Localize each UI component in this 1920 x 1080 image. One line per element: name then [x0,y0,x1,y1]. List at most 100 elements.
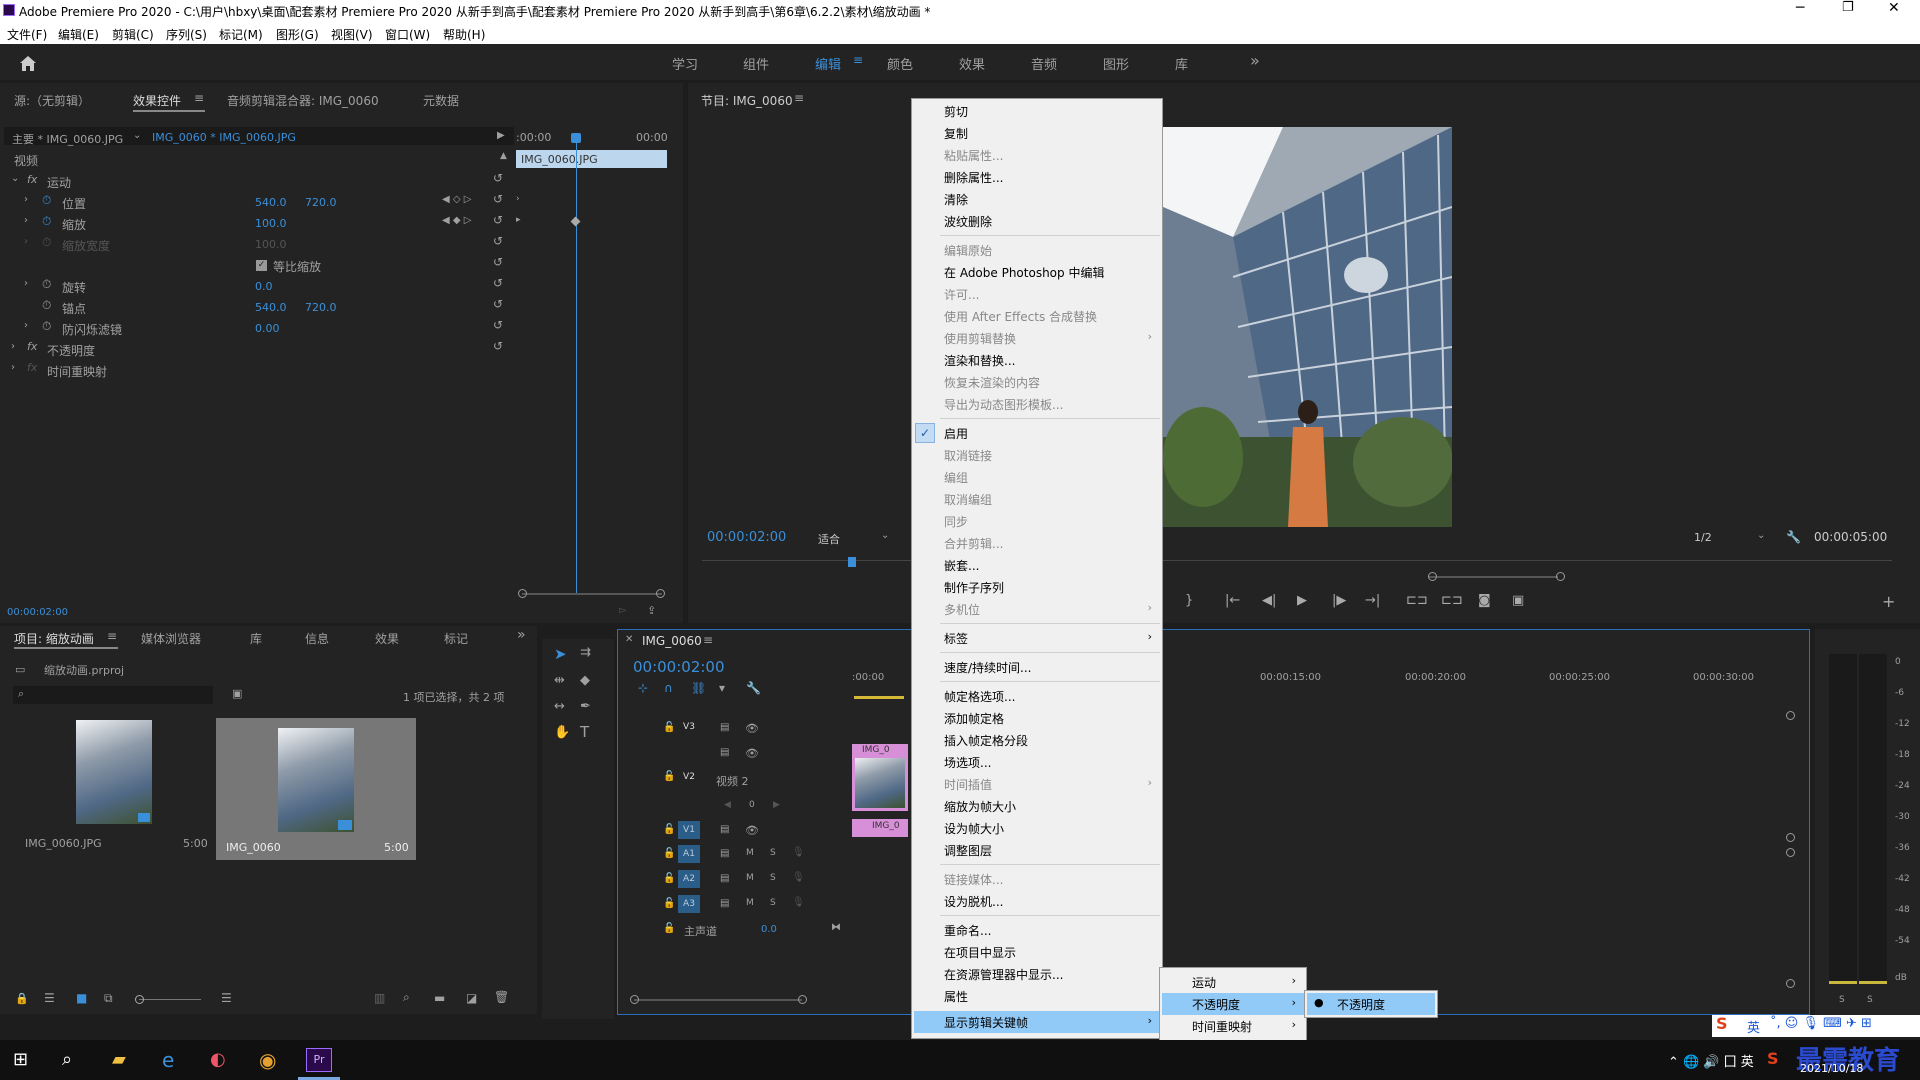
menu-item-insert-frame-hold[interactable]: 插入帧定格分段 [944,732,1028,749]
menu-help[interactable]: 帮助(H) [443,26,485,43]
chevron-down-icon[interactable]: ⌄ [1757,530,1765,541]
kf-next-icon[interactable]: ▶ [773,800,780,810]
tab-project[interactable]: 项目: 缩放动画 [14,630,94,647]
eye-icon[interactable]: 👁 [745,722,759,735]
workspace-effects[interactable]: 效果 [959,54,985,73]
go-to-in-icon[interactable]: |← [1225,593,1240,608]
solo-button[interactable]: S [770,898,776,908]
track-scroll-knob[interactable] [1786,833,1795,842]
new-bin-icon[interactable]: ▬ [434,991,445,1005]
home-icon[interactable] [18,54,38,72]
zoom-slider[interactable] [139,999,201,1000]
tab-libraries[interactable]: 库 [250,630,262,647]
solo-button[interactable]: S [770,873,776,883]
lock-icon[interactable]: 🔓 [663,824,675,835]
menu-item-scale-to-frame[interactable]: 缩放为帧大小 [944,798,1016,815]
mute-button[interactable]: M [746,873,754,883]
lock-icon[interactable]: 🔓 [663,898,675,909]
scale-value[interactable]: 100.0 [255,217,287,230]
project-item[interactable]: IMG_0060.JPG 5:00 [13,718,211,850]
track-target-a2[interactable]: A2 [678,870,700,888]
meter-solo-right[interactable]: S [1867,995,1873,1005]
uniform-scale-checkbox[interactable]: ✓ [256,260,267,271]
freeform-view-icon[interactable]: ⧉ [104,991,113,1006]
menu-item-adjustment-layer[interactable]: 调整图层 [944,842,992,859]
tab-effects[interactable]: 效果 [375,630,399,647]
sequence-tab[interactable]: IMG_0060 [642,634,702,648]
scroll-handle[interactable] [630,995,639,1004]
menu-item-set-to-frame[interactable]: 设为帧大小 [944,820,1004,837]
menu-item-speed-duration[interactable]: 速度/持续时间... [944,659,1032,676]
fit-dropdown[interactable]: 适合 [818,531,840,547]
menu-marker[interactable]: 标记(M) [219,26,263,43]
timeline-settings-icon[interactable]: 🔧 [746,681,761,695]
eye-icon[interactable]: 👁 [745,824,759,837]
compare-icon[interactable]: ▣ [1512,593,1524,608]
workspace-editing-menu-icon[interactable]: ≡ [853,53,863,67]
reset-icon[interactable]: ↺ [493,276,503,290]
tab-menu-icon[interactable]: ≡ [107,629,117,643]
anchor-x-value[interactable]: 540.0 [255,301,287,314]
linked-selection-icon[interactable]: ⛓ [691,681,706,695]
track-target-a3[interactable]: A3 [678,895,700,913]
sync-lock-icon[interactable]: ▤ [720,848,729,859]
type-tool-icon[interactable]: T [580,723,589,741]
go-to-out-icon[interactable]: →| [1365,593,1380,608]
scroll-handle[interactable] [1556,572,1565,581]
timeremap-expand-icon[interactable]: › [11,362,15,373]
app-icon[interactable]: ◐ [210,1049,226,1070]
settings-wrench-icon[interactable]: 🔧 [1786,530,1801,544]
track-target-v2[interactable]: V2 [678,768,700,786]
scale-expand-icon[interactable]: › [24,215,28,226]
lock-icon[interactable]: 🔓 [663,848,675,859]
menu-item-rename[interactable]: 重命名... [944,922,991,939]
position-expand-icon[interactable]: › [24,194,28,205]
stopwatch-icon[interactable]: ⏱ [42,214,51,229]
panel-menu-icon[interactable]: ≡ [794,91,804,105]
program-playhead[interactable] [848,557,856,567]
flicker-value[interactable]: 0.00 [255,322,280,335]
tab-metadata[interactable]: 元数据 [423,92,459,109]
zoom-bar[interactable] [1428,576,1558,578]
track-target-v3[interactable]: V3 [678,718,700,736]
motion-collapse-icon[interactable]: ⌄ [11,173,19,184]
ec-current-timecode[interactable]: 00:00:02:00 [7,607,68,618]
pen-tool-icon[interactable]: ✒ [580,699,591,714]
step-forward-icon[interactable]: |▶ [1332,593,1346,608]
resolution-dropdown[interactable]: 1/2 [1694,531,1712,544]
workspace-libraries[interactable]: 库 [1175,54,1188,73]
eye-icon[interactable]: 👁 [745,747,759,760]
timeline-clip-v1[interactable]: IMG_0 [852,819,908,837]
add-marker-icon[interactable]: ▾ [719,681,725,695]
workspace-audio[interactable]: 音频 [1031,54,1057,73]
rotation-value[interactable]: 0.0 [255,280,273,293]
lock-icon[interactable]: 🔓 [663,722,675,733]
scroll-handle[interactable] [1428,572,1437,581]
reset-icon[interactable]: ↺ [493,234,503,248]
submenu-item-motion[interactable]: 运动 [1192,974,1216,991]
ec-keyframe-diamond[interactable] [570,216,581,227]
selection-tool-icon[interactable]: ➤ [554,645,567,663]
menu-item-edit-in-photoshop[interactable]: 在 Adobe Photoshop 中编辑 [944,264,1104,281]
export-frame-icon[interactable]: ⇪ [647,604,656,617]
add-button-icon[interactable]: + [1882,592,1895,611]
clip-dropdown-icon[interactable]: ⌄ [133,130,141,141]
maximize-button[interactable]: ❐ [1842,0,1854,15]
lift-icon[interactable]: ⊏⊐ [1406,593,1428,608]
mute-button[interactable]: M [746,898,754,908]
tab-menu-icon[interactable]: ≡ [703,633,713,647]
close-window-button[interactable]: ✕ [1888,0,1900,16]
menu-item-remove-attributes[interactable]: 删除属性... [944,169,1003,186]
reset-icon[interactable]: ↺ [493,192,503,206]
mark-out-icon[interactable]: } [1185,593,1193,608]
system-tray-icons[interactable]: ⌃ 🌐 🔊 囗 英 [1668,1051,1754,1070]
track-target-a1[interactable]: A1 [678,845,700,863]
menu-edit[interactable]: 编辑(E) [58,26,99,43]
track-target-v1[interactable]: V1 [678,821,700,839]
tab-menu-icon[interactable]: ≡ [194,91,204,105]
list-view-icon[interactable]: ☰ [44,991,55,1005]
scroll-handle[interactable] [798,995,807,1004]
premiere-taskbar-icon[interactable]: Pr [306,1048,332,1072]
opacity-expand-icon[interactable]: › [11,341,15,352]
ime-tools-icon[interactable]: ˚, ☺ 🎙 ⌨ ✈ ⊞ [1770,1016,1872,1031]
